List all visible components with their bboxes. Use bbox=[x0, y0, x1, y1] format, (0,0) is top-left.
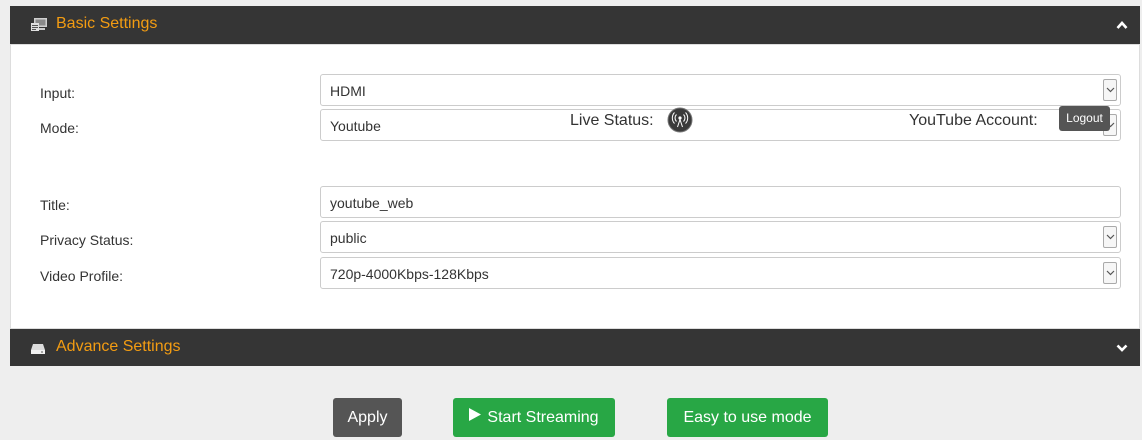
logout-button[interactable]: Logout bbox=[1059, 106, 1110, 131]
input-label: Input: bbox=[40, 85, 76, 101]
video-profile-select[interactable]: 720p-4000Kbps-128Kbps bbox=[320, 257, 1121, 289]
chevron-down-icon[interactable] bbox=[1103, 79, 1117, 101]
privacy-status-select[interactable]: public bbox=[320, 221, 1121, 253]
chevron-up-icon[interactable] bbox=[1116, 17, 1128, 33]
youtube-account-label: YouTube Account: bbox=[909, 112, 1038, 129]
mode-label: Mode: bbox=[40, 120, 79, 136]
chevron-down-icon[interactable] bbox=[1103, 262, 1117, 284]
live-status-label: Live Status: bbox=[570, 112, 654, 129]
advance-settings-header[interactable]: Advance Settings bbox=[10, 329, 1140, 366]
mode-value: Youtube bbox=[330, 118, 381, 134]
basic-settings-body: Input: HDMI Mode: Youtube Title: youtube… bbox=[10, 44, 1140, 329]
basic-settings-header[interactable]: Basic Settings bbox=[10, 6, 1140, 44]
privacy-status-label: Privacy Status: bbox=[40, 232, 134, 248]
input-select[interactable]: HDMI bbox=[320, 74, 1121, 106]
monitor-settings-icon bbox=[30, 18, 48, 36]
title-value: youtube_web bbox=[330, 195, 414, 211]
broadcast-icon bbox=[667, 107, 693, 133]
easy-to-use-mode-button[interactable]: Easy to use mode bbox=[667, 398, 828, 437]
title-input[interactable]: youtube_web bbox=[320, 186, 1121, 218]
privacy-status-value: public bbox=[330, 230, 367, 246]
advance-settings-title: Advance Settings bbox=[56, 338, 181, 355]
input-value: HDMI bbox=[330, 83, 366, 99]
apply-button[interactable]: Apply bbox=[333, 398, 402, 437]
drive-icon bbox=[30, 342, 46, 358]
start-streaming-button[interactable]: Start Streaming bbox=[453, 398, 615, 437]
video-profile-value: 720p-4000Kbps-128Kbps bbox=[330, 266, 489, 282]
start-streaming-label: Start Streaming bbox=[487, 409, 599, 426]
title-label: Title: bbox=[40, 197, 70, 213]
basic-settings-title: Basic Settings bbox=[56, 15, 158, 32]
play-icon bbox=[469, 397, 482, 436]
chevron-down-icon[interactable] bbox=[1103, 226, 1117, 248]
chevron-down-icon[interactable] bbox=[1116, 340, 1128, 356]
video-profile-label: Video Profile: bbox=[40, 268, 124, 284]
